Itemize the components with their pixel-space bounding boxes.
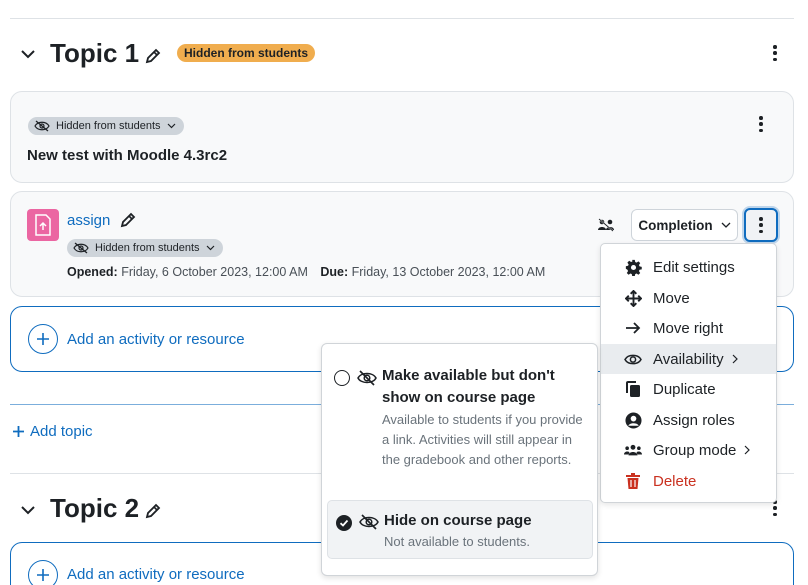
assignment-icon <box>27 209 59 241</box>
menu-item-duplicate[interactable]: Duplicate <box>601 374 776 404</box>
menu-item-edit-settings[interactable]: Edit settings <box>601 252 776 282</box>
edit-pencil-icon[interactable] <box>144 502 162 520</box>
chevron-right-icon <box>732 354 738 364</box>
radio-checked-icon <box>336 515 352 531</box>
option-title: Make available but don't show on course … <box>382 367 555 406</box>
due-label: Due: <box>320 265 349 279</box>
gear-icon <box>625 259 642 276</box>
plus-circle-icon <box>28 324 58 354</box>
label-text: New test with Moodle 4.3rc2 <box>27 147 228 164</box>
option-description: Available to students if you provide a l… <box>382 412 583 467</box>
group-mode-icon[interactable] <box>597 218 615 232</box>
trash-icon <box>626 472 640 489</box>
menu-item-label: Availability <box>653 350 724 368</box>
menu-item-label: Edit settings <box>653 258 735 276</box>
menu-item-delete[interactable]: Delete <box>601 466 776 496</box>
menu-item-move[interactable]: Move <box>601 283 776 313</box>
menu-item-label: Delete <box>653 472 697 490</box>
move-arrows-icon <box>624 289 642 307</box>
eye-icon <box>624 354 642 364</box>
chevron-down-icon <box>167 123 175 129</box>
menu-item-group-mode[interactable]: Group mode <box>601 435 776 465</box>
menu-item-label: Move right <box>653 319 724 337</box>
menu-item-label: Group mode <box>653 441 737 459</box>
menu-item-availability[interactable]: Availability <box>601 344 776 374</box>
collapse-chevron-icon[interactable] <box>20 46 36 62</box>
chevron-down-icon <box>206 245 214 251</box>
arrow-right-icon <box>626 322 641 334</box>
menu-item-move-right[interactable]: Move right <box>601 313 776 343</box>
activity-actions-button[interactable] <box>744 208 778 242</box>
visibility-pill[interactable]: Hidden from students <box>67 239 223 257</box>
chevron-down-icon <box>721 222 731 228</box>
chevron-right-icon <box>744 445 751 455</box>
top-divider <box>10 18 794 19</box>
eye-slash-icon <box>34 120 50 132</box>
collapse-chevron-icon[interactable] <box>20 502 36 518</box>
activity-action-menu: Edit settings Move Move right Availabili… <box>600 243 777 503</box>
kebab-icon <box>758 217 764 233</box>
users-icon <box>624 444 642 456</box>
add-topic-label: Add topic <box>30 423 93 440</box>
edit-pencil-icon[interactable] <box>119 211 137 229</box>
plus-icon <box>13 426 24 437</box>
label-card: Hidden from students New test with Moodl… <box>10 91 794 183</box>
availability-submenu: Make available but don't show on course … <box>321 343 598 576</box>
menu-item-assign-roles[interactable]: Assign roles <box>601 405 776 435</box>
plus-circle-icon <box>28 560 58 585</box>
add-topic-link[interactable]: Add topic <box>12 423 93 440</box>
eye-slash-icon <box>73 242 89 254</box>
status-badge: Hidden from students <box>177 44 316 62</box>
menu-item-label: Move <box>653 289 690 307</box>
completion-dropdown[interactable]: Completion <box>631 209 738 241</box>
edit-pencil-icon[interactable] <box>144 47 162 65</box>
user-circle-icon <box>624 411 642 429</box>
copy-icon <box>625 380 640 397</box>
menu-item-label: Assign roles <box>653 411 735 429</box>
opened-label: Opened: <box>67 265 118 279</box>
add-activity-label: Add an activity or resource <box>67 330 245 348</box>
option-description: Not available to students. <box>384 534 530 549</box>
activity-name-link[interactable]: assign <box>67 212 110 229</box>
visibility-pill-label: Hidden from students <box>56 120 161 132</box>
completion-label: Completion <box>638 217 713 233</box>
topic2-title[interactable]: Topic 2 <box>50 493 139 524</box>
visibility-pill-label: Hidden from students <box>95 242 200 254</box>
opened-value: Friday, 6 October 2023, 12:00 AM <box>121 265 308 279</box>
eye-slash-icon <box>359 514 379 530</box>
add-activity-label: Add an activity or resource <box>67 566 245 583</box>
dates-line: Opened: Friday, 6 October 2023, 12:00 AM… <box>67 265 545 279</box>
topic1-kebab-icon[interactable] <box>772 45 778 61</box>
visibility-pill[interactable]: Hidden from students <box>28 117 184 135</box>
menu-item-label: Duplicate <box>653 380 716 398</box>
option-hide-on-page[interactable]: Hide on course page Not available to stu… <box>327 500 593 559</box>
radio-unchecked <box>334 370 350 386</box>
eye-slash-icon <box>357 370 377 386</box>
topic1-title[interactable]: Topic 1 <box>50 38 139 69</box>
due-value: Friday, 13 October 2023, 12:00 AM <box>351 265 546 279</box>
option-show-not-on-page[interactable]: Make available but don't show on course … <box>322 358 597 498</box>
label-kebab-icon[interactable] <box>758 116 764 132</box>
option-title: Hide on course page <box>384 512 532 529</box>
